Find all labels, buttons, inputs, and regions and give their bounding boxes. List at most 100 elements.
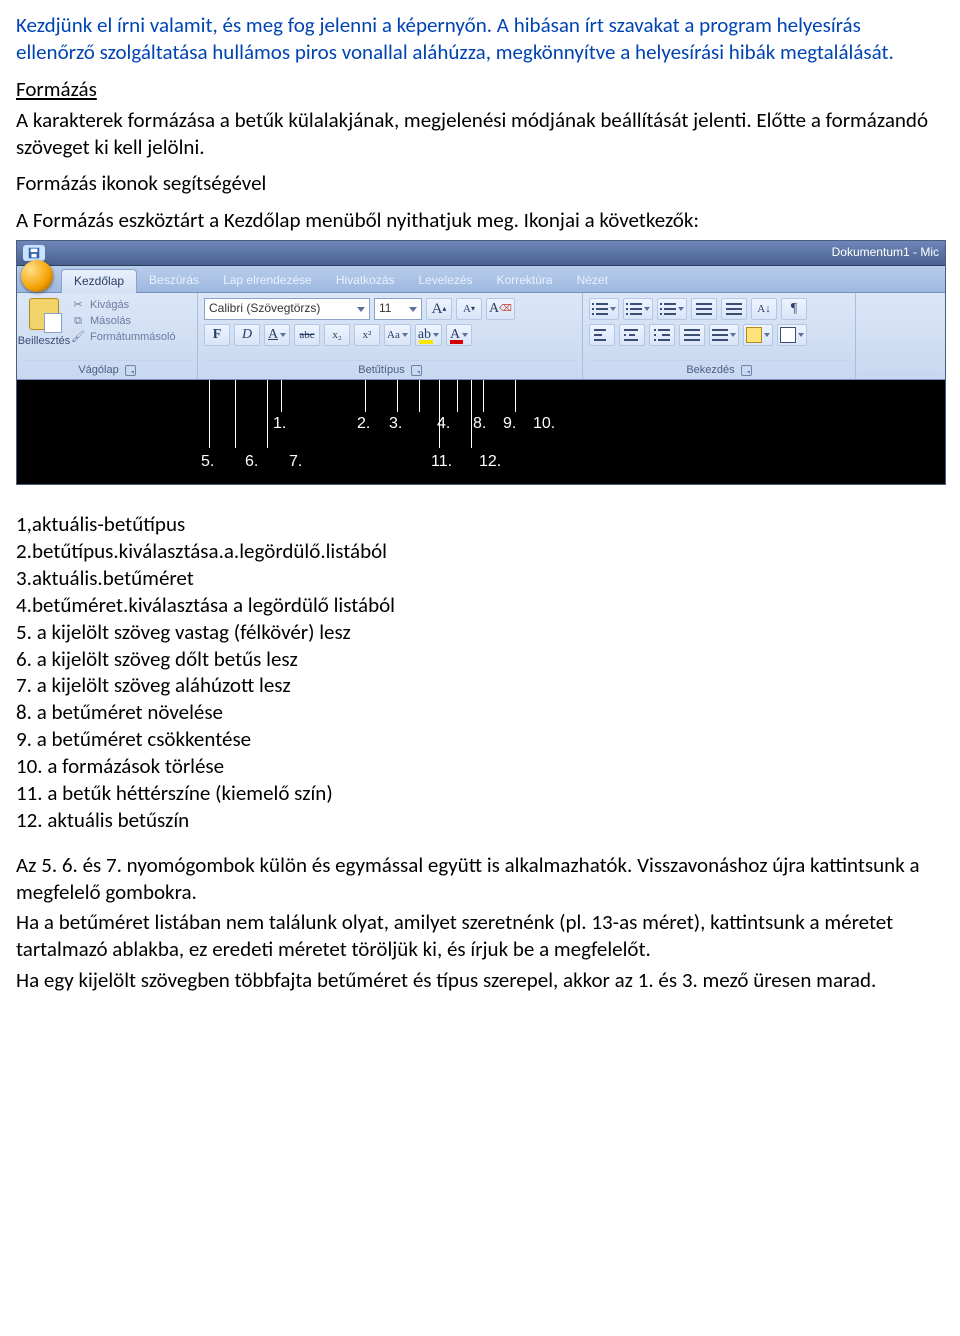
spacing-icon xyxy=(712,329,728,341)
tab-lap-elrendezese[interactable]: Lap elrendezése xyxy=(211,269,324,292)
subscript-button[interactable]: x₂ xyxy=(324,324,350,346)
closing-p3: Ha egy kijelölt szövegben többfajta betű… xyxy=(16,967,944,994)
align-left-icon xyxy=(594,329,610,341)
align-left-button[interactable] xyxy=(589,324,615,346)
increase-indent-button[interactable] xyxy=(721,298,747,320)
tab-levelezes[interactable]: Levelezés xyxy=(407,269,485,292)
decrease-indent-button[interactable] xyxy=(691,298,717,320)
underline-button[interactable]: A xyxy=(264,324,290,346)
format-painter-button[interactable]: 🖌 Formátummásoló xyxy=(71,330,176,344)
annotation-band: 1. 2. 3. 4. 8. 9. 10. 5. 6. 7. 11. 12. xyxy=(17,380,945,484)
dialog-launcher-icon[interactable] xyxy=(741,365,752,376)
group-styles xyxy=(856,293,945,379)
outdent-icon xyxy=(696,303,712,315)
annot-11: 11. xyxy=(431,452,452,472)
bold-button[interactable]: F xyxy=(204,324,230,346)
align-right-button[interactable] xyxy=(649,324,675,346)
intro-paragraph: Kezdjünk el írni valamit, és meg fog jel… xyxy=(16,12,944,66)
italic-button[interactable]: D xyxy=(234,324,260,346)
word-ribbon: Dokumentum1 - Mic Kezdőlap Beszúrás Lap … xyxy=(16,240,946,485)
tab-nezet[interactable]: Nézet xyxy=(565,269,620,292)
superscript-button[interactable]: x² xyxy=(354,324,380,346)
dialog-launcher-icon[interactable] xyxy=(125,365,136,376)
annot-5: 5. xyxy=(201,452,214,472)
list-item: 9. a betűméret csökkentése xyxy=(16,726,944,753)
group-font: Calibri (Szövegtörzs) 11 A▴ A▾ A⌫ F D A … xyxy=(198,293,583,379)
annot-4: 4. xyxy=(437,414,450,434)
list-item: 6. a kijelölt szöveg dőlt betűs lesz xyxy=(16,646,944,673)
list-item: 8. a betűméret növelése xyxy=(16,699,944,726)
list-item: 4.betűméret.kiválasztása a legördülő lis… xyxy=(16,592,944,619)
annot-2: 2. xyxy=(357,414,370,434)
annot-3: 3. xyxy=(389,414,402,434)
ribbon-body: Beillesztés ✂ Kivágás ⧉ Másolás 🖌 Formát… xyxy=(17,293,945,380)
copy-button[interactable]: ⧉ Másolás xyxy=(71,314,176,328)
window-title: Dokumentum1 - Mic xyxy=(832,245,939,260)
annot-12: 12. xyxy=(479,452,501,472)
brush-icon: 🖌 xyxy=(71,330,85,344)
multilevel-button[interactable] xyxy=(657,298,687,320)
list-item: 10. a formázások törlése xyxy=(16,753,944,780)
list-item: 12. aktuális betűszín xyxy=(16,807,944,834)
window-titlebar: Dokumentum1 - Mic xyxy=(17,241,945,266)
copy-icon: ⧉ xyxy=(71,314,85,328)
chevron-down-icon xyxy=(409,307,417,312)
tab-beszuras[interactable]: Beszúrás xyxy=(137,269,211,292)
tab-korrektura[interactable]: Korrektúra xyxy=(485,269,565,292)
tab-kezdolap[interactable]: Kezdőlap xyxy=(61,269,137,293)
sort-button[interactable]: A↓ xyxy=(751,298,777,320)
group-label-paragraph: Bekezdés xyxy=(686,363,734,377)
align-right-icon xyxy=(654,329,670,341)
shrink-font-button[interactable]: A▾ xyxy=(456,298,482,320)
annot-6: 6. xyxy=(245,452,258,472)
paste-button[interactable]: Beillesztés xyxy=(23,296,65,360)
annot-10: 10. xyxy=(533,414,555,434)
list-item: 3.aktuális.betűméret xyxy=(16,565,944,592)
show-marks-button[interactable]: ¶ xyxy=(781,298,807,320)
closing-p1: Az 5. 6. és 7. nyomógombok külön és egym… xyxy=(16,852,944,906)
qat-save-icon[interactable] xyxy=(23,245,45,261)
group-label-font: Betűtípus xyxy=(358,363,404,377)
para-eszkoztar: A Formázás eszköztárt a Kezdőlap menüből… xyxy=(16,207,944,234)
borders-icon xyxy=(780,327,796,343)
list-item: 11. a betűk héttérszíne (kiemelő szín) xyxy=(16,780,944,807)
paste-icon xyxy=(29,298,59,330)
font-size-combo[interactable]: 11 xyxy=(374,298,422,320)
annot-8: 8. xyxy=(473,414,486,434)
office-orb-icon[interactable] xyxy=(21,260,53,292)
list-item: 7. a kijelölt szöveg aláhúzott lesz xyxy=(16,672,944,699)
line-spacing-button[interactable] xyxy=(709,324,739,346)
strike-button[interactable]: abc xyxy=(294,324,320,346)
para-ikon: Formázás ikonok segítségével xyxy=(16,170,944,197)
font-name-combo[interactable]: Calibri (Szövegtörzs) xyxy=(204,298,370,320)
annot-1: 1. xyxy=(273,414,286,434)
list-item: 1,aktuális-betűtípus xyxy=(16,511,944,538)
clear-format-button[interactable]: A⌫ xyxy=(486,298,515,320)
scissors-icon: ✂ xyxy=(71,298,85,312)
shading-button[interactable] xyxy=(743,324,773,346)
closing-p2: Ha a betűméret listában nem találunk oly… xyxy=(16,909,944,963)
heading-formazas: Formázás xyxy=(16,76,944,103)
borders-button[interactable] xyxy=(777,324,807,346)
indent-icon xyxy=(726,303,742,315)
annot-7: 7. xyxy=(289,452,302,472)
highlight-button[interactable]: ab xyxy=(415,324,442,346)
group-label-clipboard: Vágólap xyxy=(78,363,118,377)
multilevel-icon xyxy=(660,303,676,315)
bullets-icon xyxy=(592,303,608,315)
dialog-launcher-icon[interactable] xyxy=(411,365,422,376)
justify-icon xyxy=(684,329,700,341)
change-case-button[interactable]: Aa xyxy=(384,324,411,346)
paste-label: Beillesztés xyxy=(18,334,71,348)
cut-button[interactable]: ✂ Kivágás xyxy=(71,298,176,312)
tab-hivatkozas[interactable]: Hivatkozás xyxy=(324,269,407,292)
justify-button[interactable] xyxy=(679,324,705,346)
annot-9: 9. xyxy=(503,414,516,434)
shading-icon xyxy=(746,327,762,343)
align-center-button[interactable] xyxy=(619,324,645,346)
font-color-button[interactable]: A xyxy=(446,324,472,346)
numbering-button[interactable] xyxy=(623,298,653,320)
grow-font-button[interactable]: A▴ xyxy=(426,298,452,320)
explanation-list: 1,aktuális-betűtípus 2.betűtípus.kiválas… xyxy=(16,511,944,834)
bullets-button[interactable] xyxy=(589,298,619,320)
